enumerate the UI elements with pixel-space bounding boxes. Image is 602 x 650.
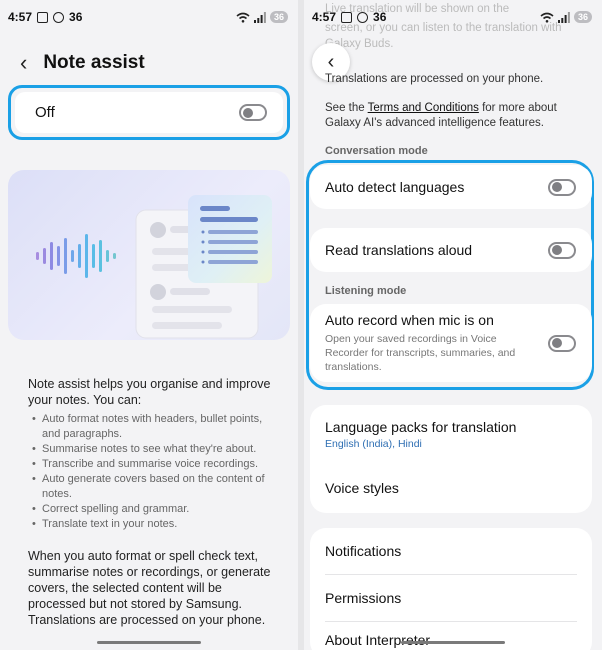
auto-detect-label: Auto detect languages bbox=[325, 179, 465, 195]
summary-card-graphic bbox=[188, 195, 272, 283]
auto-record-label: Auto record when mic is on bbox=[325, 312, 494, 328]
status-count: 36 bbox=[69, 10, 83, 24]
bullet-item: Transcribe and summarise voice recording… bbox=[28, 457, 278, 472]
gesture-nav-bar[interactable] bbox=[97, 641, 201, 644]
bullet-item: Correct spelling and grammar. bbox=[28, 502, 278, 517]
voice-styles-row[interactable]: Voice styles bbox=[310, 463, 592, 513]
status-time: 4:57 bbox=[8, 10, 33, 24]
on-device-note: Translations are processed on your phone… bbox=[325, 73, 544, 85]
language-settings-card: Language packs for translation English (… bbox=[310, 405, 592, 513]
intro-text: Note assist helps you organise and impro… bbox=[28, 377, 271, 407]
feature-illustration bbox=[8, 170, 290, 340]
auto-detect-card: Auto detect languages bbox=[310, 165, 592, 209]
voice-styles-label: Voice styles bbox=[325, 480, 399, 496]
battery-icon: 36 bbox=[573, 11, 592, 23]
note-assist-illustration bbox=[36, 195, 272, 339]
gesture-nav-bar[interactable] bbox=[401, 641, 505, 644]
faded-text-line: Galaxy Buds. bbox=[325, 38, 394, 50]
wifi-icon bbox=[236, 12, 250, 23]
instagram-icon bbox=[357, 11, 369, 23]
conversation-mode-header: Conversation mode bbox=[325, 145, 428, 157]
terms-text: See the Terms and Conditions for more ab… bbox=[325, 101, 584, 131]
bullet-item: Auto generate covers based on the conten… bbox=[28, 472, 278, 502]
read-aloud-card: Read translations aloud bbox=[310, 228, 592, 272]
status-bar: 4:57 36 36 bbox=[8, 8, 288, 26]
auto-record-card: Auto record when mic is on Open your sav… bbox=[310, 304, 592, 382]
back-arrow-icon[interactable]: ‹ bbox=[20, 50, 27, 76]
auto-record-description: Open your saved recordings in Voice Reco… bbox=[325, 333, 516, 373]
master-switch-card: Off bbox=[8, 85, 290, 140]
permissions-label: Permissions bbox=[325, 590, 402, 606]
read-aloud-row[interactable]: Read translations aloud bbox=[310, 228, 592, 272]
read-aloud-label: Read translations aloud bbox=[325, 242, 473, 258]
listening-mode-header: Listening mode bbox=[325, 285, 407, 297]
language-packs-value: English (India), Hindi bbox=[325, 437, 422, 450]
bullet-item: Translate text in your notes. bbox=[28, 517, 278, 532]
permissions-row[interactable]: Permissions bbox=[310, 575, 592, 621]
bullet-item: Auto format notes with headers, bullet p… bbox=[28, 412, 278, 442]
instagram-icon bbox=[53, 11, 65, 23]
master-switch-row[interactable]: Off bbox=[15, 92, 283, 133]
privacy-disclaimer: When you auto format or spell check text… bbox=[28, 549, 271, 627]
about-row[interactable]: About Interpreter bbox=[310, 622, 592, 650]
voice-waveform-icon bbox=[36, 234, 116, 278]
page-title: Note assist bbox=[43, 52, 145, 73]
bullet-item: Summarise notes to see what they're abou… bbox=[28, 442, 278, 457]
title-bar: ‹ Note assist bbox=[20, 50, 145, 76]
auto-detect-toggle[interactable] bbox=[548, 178, 576, 196]
read-aloud-toggle[interactable] bbox=[548, 241, 576, 259]
status-count: 36 bbox=[373, 10, 387, 24]
interpreter-settings-screen: Live translation will be shown on the sc… bbox=[304, 0, 602, 650]
language-packs-row[interactable]: Language packs for translation English (… bbox=[310, 405, 592, 463]
master-switch-label: Off bbox=[35, 104, 55, 121]
terms-link[interactable]: Terms and Conditions bbox=[368, 102, 479, 114]
notifications-label: Notifications bbox=[325, 543, 402, 559]
auto-detect-row[interactable]: Auto detect languages bbox=[310, 165, 592, 209]
auto-record-toggle[interactable] bbox=[548, 334, 576, 352]
feature-bullets: Auto format notes with headers, bullet p… bbox=[28, 412, 278, 532]
about-label: About Interpreter bbox=[325, 632, 431, 648]
master-toggle-switch[interactable] bbox=[239, 104, 267, 121]
feature-description: Note assist helps you organise and impro… bbox=[28, 376, 278, 532]
signal-icon bbox=[253, 11, 266, 23]
wifi-icon bbox=[540, 12, 554, 23]
auto-record-row[interactable]: Auto record when mic is on Open your sav… bbox=[310, 304, 592, 382]
screenshot-icon bbox=[341, 11, 353, 23]
status-bar: 4:57 36 36 bbox=[312, 8, 592, 26]
note-assist-screen: 4:57 36 36 ‹ Note assist Off Note assist… bbox=[0, 0, 298, 650]
language-packs-label: Language packs for translation bbox=[325, 418, 517, 435]
screenshot-icon bbox=[37, 11, 49, 23]
more-settings-card: Notifications Permissions About Interpre… bbox=[310, 528, 592, 650]
battery-icon: 36 bbox=[269, 11, 288, 23]
status-time: 4:57 bbox=[312, 10, 337, 24]
terms-prefix: See the bbox=[325, 102, 368, 114]
signal-icon bbox=[557, 11, 570, 23]
notifications-row[interactable]: Notifications bbox=[310, 528, 592, 574]
